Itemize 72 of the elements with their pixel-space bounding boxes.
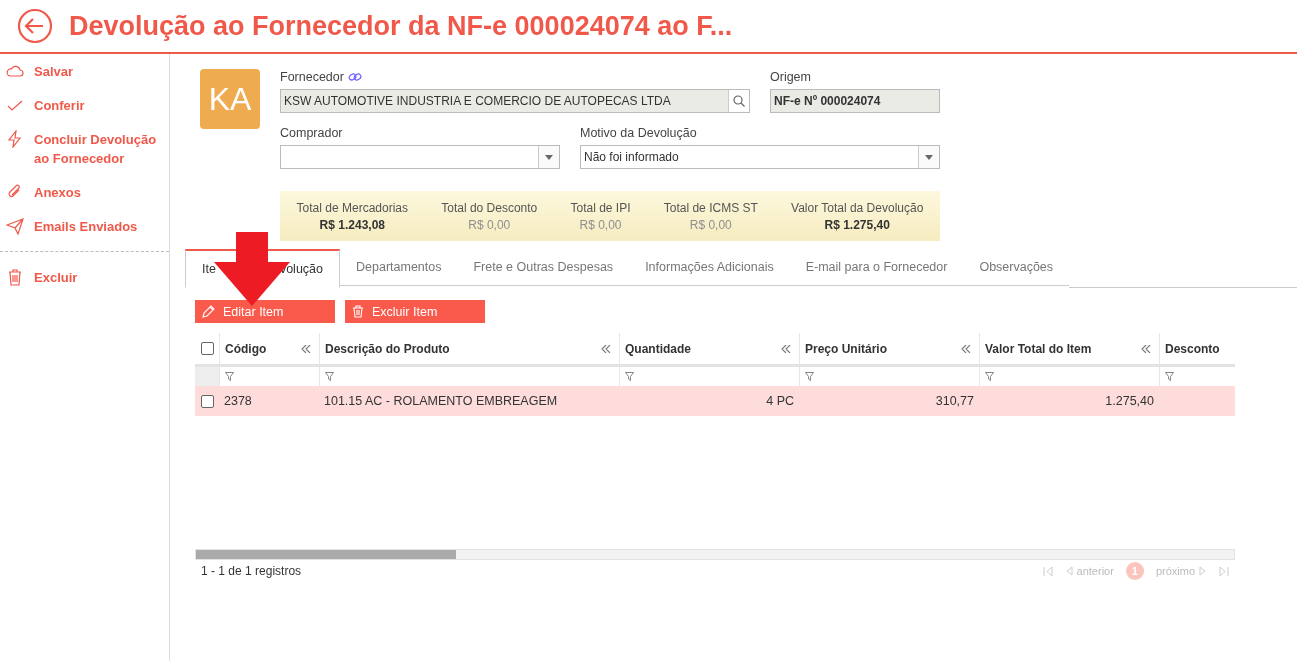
total-label: Total de Mercadorias (296, 200, 408, 215)
tab[interactable]: Frete e Outras Despesas (457, 249, 630, 286)
sidebar-item[interactable]: Emails Enviados (0, 217, 169, 236)
link-icon[interactable] (347, 72, 362, 82)
pencil-icon (202, 305, 215, 318)
collapse-icon[interactable] (961, 344, 971, 353)
scrollbar[interactable] (195, 549, 1235, 560)
table-cell: 1.275,40 (1105, 394, 1154, 408)
lightning-icon (6, 130, 24, 148)
filter-icon[interactable] (325, 372, 334, 381)
total-value: R$ 1.275,40 (824, 217, 890, 232)
field-label: Comprador (280, 125, 344, 141)
checkbox[interactable] (200, 342, 214, 355)
table-cell: 101.15 AC - ROLAMENTO EMBREAGEM (324, 394, 558, 408)
trash-icon (352, 305, 364, 318)
paper-plane-icon (6, 217, 24, 235)
field-label: Fornecedor (280, 69, 344, 85)
sidebar-item[interactable]: Excluir (0, 268, 169, 287)
checkbox[interactable] (200, 394, 214, 408)
column-header[interactable]: Quantidade (625, 341, 691, 356)
column-header[interactable]: Desconto (1165, 341, 1220, 356)
origin-field: NF-e Nº 000024074 (770, 89, 940, 113)
field-label: Motivo da Devolução (580, 125, 698, 141)
total-label: Total de ICMS ST (663, 200, 758, 215)
right-triangle-icon (1199, 566, 1206, 576)
trash-icon (6, 268, 24, 286)
column-header[interactable]: Preço Unitário (805, 341, 888, 356)
field-label: Origem (770, 69, 812, 85)
sidebar-item[interactable]: Salvar (0, 62, 169, 81)
collapse-icon[interactable] (601, 344, 611, 353)
table-cell: 2378 (224, 394, 252, 408)
edit-button[interactable]: Editar Item (195, 300, 335, 323)
sidebar-item[interactable]: Anexos (0, 183, 169, 202)
total-value: R$ 1.243,08 (319, 217, 385, 232)
total-value: R$ 0,00 (689, 217, 732, 232)
sidebar-item[interactable]: Conferir (0, 96, 169, 115)
filter-icon[interactable] (225, 372, 234, 381)
sidebar-item[interactable]: Concluir Devolução ao Fornecedor (0, 130, 169, 168)
supplier-field[interactable]: KSW AUTOMOTIVE INDUSTRIA E COMERCIO DE AUTOPECAS LTDA (280, 89, 750, 113)
back-icon[interactable] (17, 8, 53, 44)
total-label: Valor Total da Devolução (791, 200, 924, 215)
total-label: Total de IPI (570, 200, 631, 215)
filter-icon[interactable] (985, 372, 994, 381)
buyer-dropdown[interactable] (280, 145, 560, 169)
scrollbar-thumb[interactable] (196, 550, 456, 559)
filter-icon[interactable] (805, 372, 814, 381)
filter-icon[interactable] (625, 372, 634, 381)
delete-button[interactable]: Excluir Item (345, 300, 485, 323)
avatar: KA (200, 69, 260, 129)
tab[interactable]: E-mail para o Fornecedor (789, 249, 964, 286)
column-header[interactable]: Valor Total do Item (985, 341, 1092, 356)
collapse-icon[interactable] (1141, 344, 1151, 353)
collapse-icon[interactable] (781, 344, 791, 353)
caret-icon (925, 154, 933, 160)
table-cell: 310,77 (935, 394, 974, 408)
left-triangle-icon (1065, 566, 1073, 576)
column-header[interactable]: Descrição do Produto (325, 341, 450, 356)
collapse-icon[interactable] (301, 344, 311, 353)
total-label: Total do Desconto (441, 200, 538, 215)
tab[interactable]: Observações (963, 249, 1070, 286)
caret-icon (545, 154, 553, 160)
page-title: Devolução ao Fornecedor da NF-e 000024074 ao F... (69, 10, 733, 42)
filter-icon[interactable] (1165, 372, 1174, 381)
tab[interactable]: Departamentos (340, 249, 458, 286)
table-cell: 4 PC (766, 394, 794, 408)
total-value: R$ 0,00 (468, 217, 511, 232)
tab[interactable]: Informações Adicionais (629, 249, 790, 286)
total-value: R$ 0,00 (579, 217, 622, 232)
search-icon[interactable] (733, 95, 745, 107)
reason-dropdown[interactable]: Não foi informado (580, 145, 940, 169)
record-count: 1 - 1 de 1 registros (201, 564, 302, 578)
column-header[interactable]: Código (225, 341, 267, 356)
